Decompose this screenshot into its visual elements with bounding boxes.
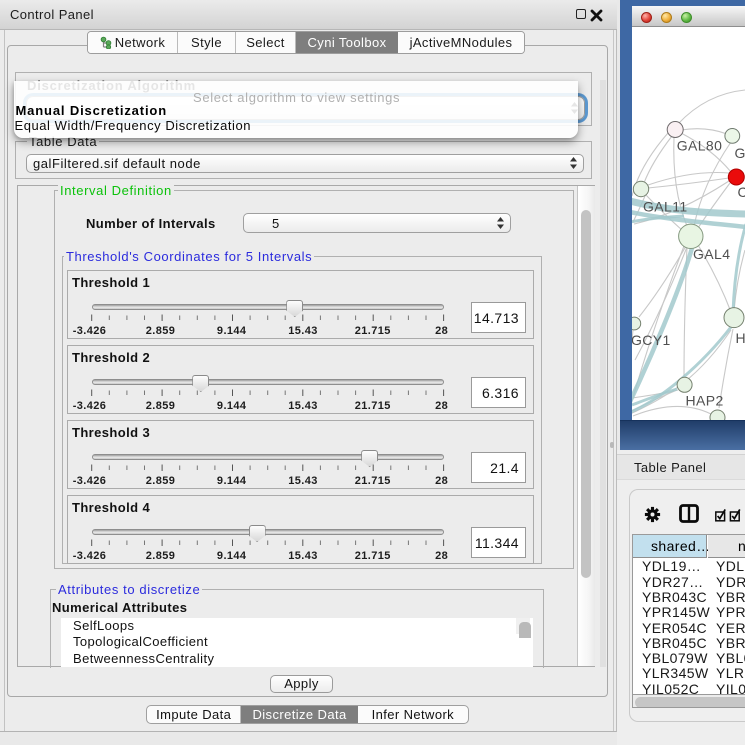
svg-text:C: C [738, 184, 745, 200]
svg-text:GA: GA [735, 145, 745, 161]
svg-text:HI: HI [736, 330, 745, 346]
svg-text:GAL11: GAL11 [643, 199, 688, 215]
svg-text:GAL80: GAL80 [677, 138, 723, 154]
svg-text:HAP2: HAP2 [686, 393, 724, 409]
svg-text:GAL4: GAL4 [693, 246, 730, 262]
svg-text:GCY1: GCY1 [632, 332, 671, 348]
